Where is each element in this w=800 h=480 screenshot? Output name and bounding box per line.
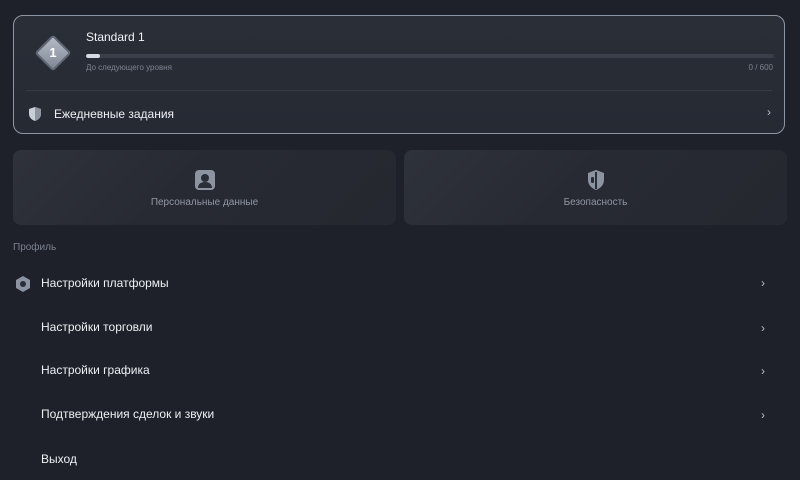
person-icon xyxy=(194,170,215,190)
chevron-right-icon: › xyxy=(767,105,771,119)
chevron-right-icon: › xyxy=(761,276,765,290)
progress-caption: До следующего уровня xyxy=(86,63,172,72)
level-progress-fill xyxy=(86,54,100,58)
level-progress-bar xyxy=(86,54,774,58)
menu-item-label: Настройки платформы xyxy=(41,276,169,290)
menu-item-trading-settings[interactable]: Настройки торговли › xyxy=(0,308,800,348)
level-badge: 1 xyxy=(34,34,72,72)
daily-tasks-row[interactable]: Ежедневные задания › xyxy=(14,96,784,132)
level-name: Standard 1 xyxy=(86,30,145,44)
shield-icon xyxy=(587,170,604,190)
chevron-right-icon: › xyxy=(761,364,765,378)
menu-item-label: Выход xyxy=(41,452,77,466)
daily-tasks-label: Ежедневные задания xyxy=(54,107,175,121)
progress-count: 0 / 600 xyxy=(748,63,773,72)
daily-tasks-icon xyxy=(29,107,41,121)
menu-item-label: Настройки торговли xyxy=(41,320,153,334)
card-divider xyxy=(26,90,772,91)
menu-item-label: Настройки графика xyxy=(41,363,150,377)
personal-data-label: Персональные данные xyxy=(150,197,259,208)
menu-item-platform-settings[interactable]: Настройки платформы › xyxy=(0,264,800,304)
hexagon-icon xyxy=(16,276,30,292)
chevron-right-icon: › xyxy=(761,408,765,422)
chevron-right-icon: › xyxy=(761,321,765,335)
menu-item-confirmations-sounds[interactable]: Подтверждения сделок и звуки › xyxy=(0,395,800,435)
profile-section-title: Профиль xyxy=(13,242,57,253)
personal-data-tile[interactable]: Персональные данные xyxy=(13,150,396,225)
menu-item-logout[interactable]: Выход xyxy=(0,440,800,480)
level-card: 1 Standard 1 До следующего уровня 0 / 60… xyxy=(13,15,785,134)
menu-item-chart-settings[interactable]: Настройки графика › xyxy=(0,351,800,391)
level-badge-number: 1 xyxy=(49,45,57,60)
security-tile[interactable]: Безопасность xyxy=(404,150,787,225)
menu-item-label: Подтверждения сделок и звуки xyxy=(41,407,215,421)
security-label: Безопасность xyxy=(563,197,628,208)
